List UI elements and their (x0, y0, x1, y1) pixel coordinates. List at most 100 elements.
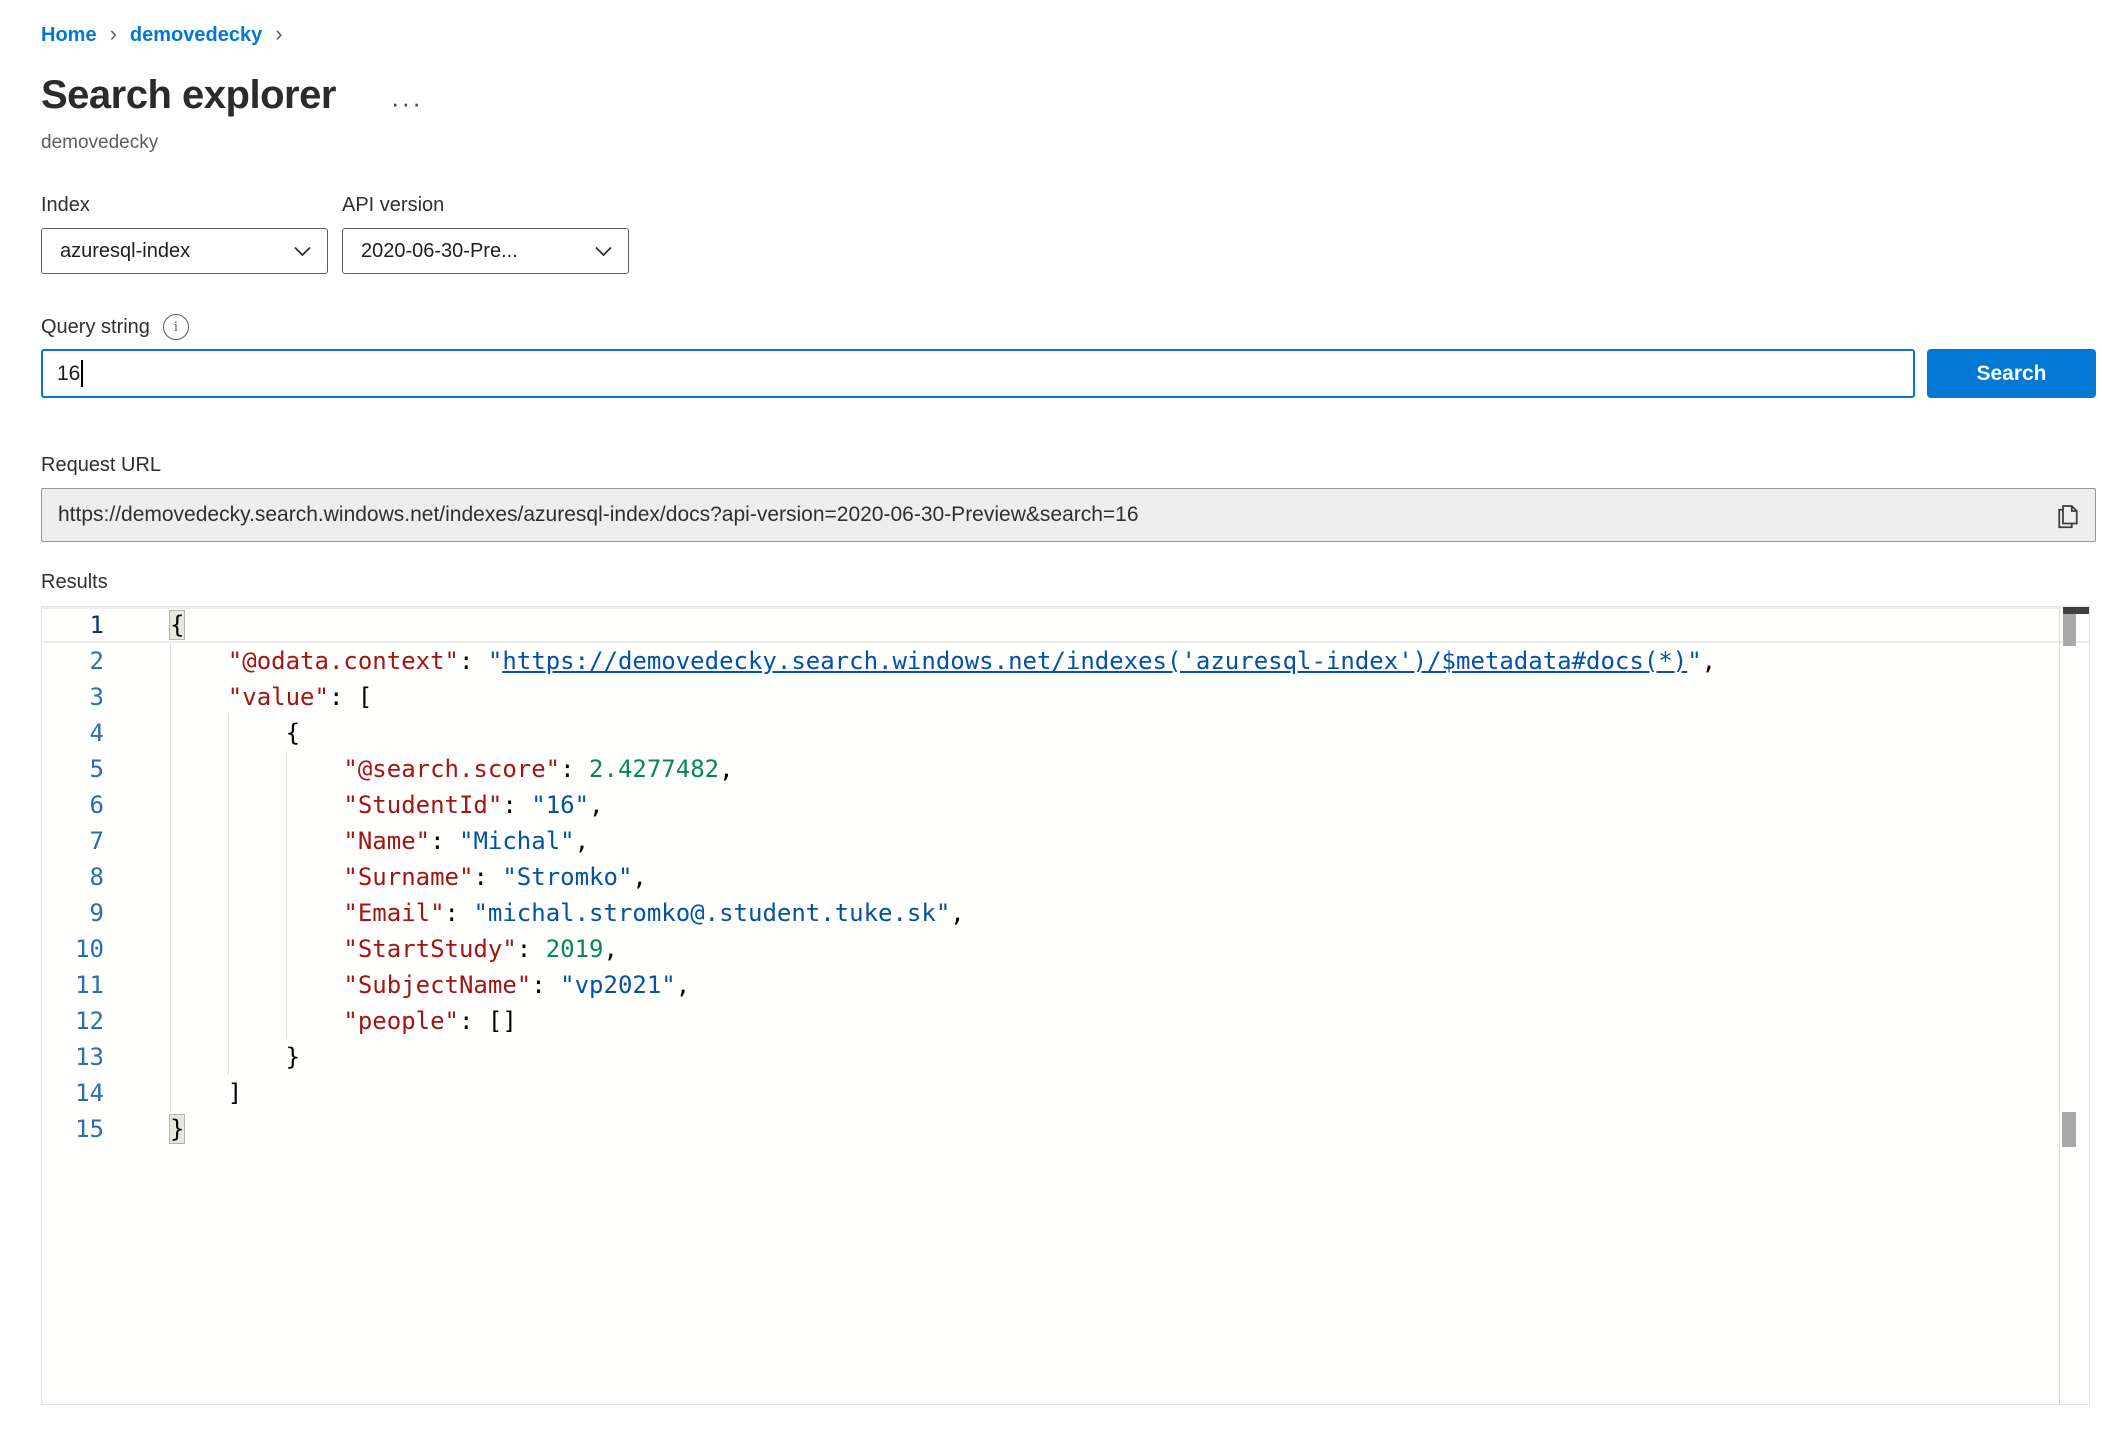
api-version-select[interactable]: 2020-06-30-Pre... (342, 228, 629, 274)
code-line-content: "people": [] (170, 1003, 2089, 1039)
code-token: : (473, 863, 502, 891)
code-line[interactable]: 7 "Name": "Michal", (42, 823, 2089, 859)
line-number: 14 (42, 1075, 170, 1111)
code-token (170, 1043, 286, 1071)
code-token (170, 791, 343, 819)
request-url-field: https://demovedecky.search.windows.net/i… (41, 488, 2096, 542)
search-button[interactable]: Search (1927, 349, 2096, 398)
code-token: "Stromko" (502, 863, 632, 891)
code-token: "michal.stromko@.student.tuke.sk" (473, 899, 950, 927)
code-line-content: } (170, 1111, 2089, 1147)
code-line[interactable]: 15} (42, 1111, 2089, 1147)
code-line-content: "value": [ (170, 679, 2089, 715)
code-token (170, 1079, 228, 1107)
code-token: "people" (343, 1007, 459, 1035)
code-token: : (459, 647, 488, 675)
code-token: "vp2021" (560, 971, 676, 999)
code-tokens: } (170, 1115, 184, 1143)
more-options-button[interactable]: ··· (391, 98, 423, 108)
code-token: , (1702, 647, 1716, 675)
code-line[interactable]: 8 "Surname": "Stromko", (42, 859, 2089, 895)
code-token: "@search.score" (343, 755, 560, 783)
code-tokens: "Email": "michal.stromko@.student.tuke.s… (170, 899, 965, 927)
code-line[interactable]: 11 "SubjectName": "vp2021", (42, 967, 2089, 1003)
breadcrumb-separator-icon: › (97, 21, 130, 47)
code-token: "Michal" (459, 827, 575, 855)
code-token: , (719, 755, 733, 783)
line-number: 2 (42, 643, 170, 679)
index-field: Index azuresql-index (41, 194, 328, 274)
code-tokens: "Name": "Michal", (170, 827, 589, 855)
info-icon[interactable]: i (163, 314, 189, 340)
code-line-content: } (170, 1039, 2089, 1075)
breadcrumb-separator-icon: › (262, 21, 295, 47)
code-token: ] (228, 1079, 242, 1107)
code-line-content: "Name": "Michal", (170, 823, 2089, 859)
code-token (170, 899, 343, 927)
code-line[interactable]: 2 "@odata.context": "https://demovedecky… (42, 643, 2089, 679)
code-token (170, 683, 228, 711)
code-line[interactable]: 9 "Email": "michal.stromko@.student.tuke… (42, 895, 2089, 931)
breadcrumb-home-link[interactable]: Home (41, 24, 97, 47)
code-token (170, 827, 343, 855)
scrollbar-thumb[interactable] (2063, 614, 2076, 646)
code-tokens: "Surname": "Stromko", (170, 863, 647, 891)
breadcrumb-service-link[interactable]: demovedecky (130, 24, 262, 47)
code-token: "Email" (343, 899, 444, 927)
code-line[interactable]: 5 "@search.score": 2.4277482, (42, 751, 2089, 787)
code-token (170, 755, 343, 783)
code-line[interactable]: 6 "StudentId": "16", (42, 787, 2089, 823)
code-token: , (676, 971, 690, 999)
code-line[interactable]: 10 "StartStudy": 2019, (42, 931, 2089, 967)
line-number: 13 (42, 1039, 170, 1075)
code-token: "value" (228, 683, 329, 711)
code-token: { (170, 611, 184, 639)
code-line[interactable]: 14 ] (42, 1075, 2089, 1111)
code-token: : (560, 755, 589, 783)
code-line[interactable]: 12 "people": [] (42, 1003, 2089, 1039)
code-tokens: "@search.score": 2.4277482, (170, 755, 734, 783)
code-line[interactable]: 1{ (42, 607, 2089, 643)
code-token: " (1687, 647, 1701, 675)
results-label: Results (41, 571, 2102, 594)
overview-ruler-bracket-mark (2062, 1112, 2076, 1147)
code-token: : (502, 791, 531, 819)
code-token: : [] (459, 1007, 517, 1035)
results-editor[interactable]: 1{2 "@odata.context": "https://demovedec… (41, 606, 2090, 1405)
line-number: 4 (42, 715, 170, 751)
code-tokens: "StartStudy": 2019, (170, 935, 618, 963)
code-tokens: { (170, 611, 184, 639)
code-line-content: "@search.score": 2.4277482, (170, 751, 2089, 787)
line-number: 8 (42, 859, 170, 895)
code-token: " (488, 647, 502, 675)
code-tokens: "value": [ (170, 683, 372, 711)
line-number: 12 (42, 1003, 170, 1039)
code-token (170, 647, 228, 675)
code-token: } (170, 1115, 184, 1143)
code-token: : (517, 935, 546, 963)
code-token (170, 863, 343, 891)
index-select-value: azuresql-index (60, 240, 190, 263)
results-editor-lines: 1{2 "@odata.context": "https://demovedec… (42, 607, 2089, 1147)
code-line-content: "SubjectName": "vp2021", (170, 967, 2089, 1003)
code-tokens: ] (170, 1079, 242, 1107)
code-token: : (445, 899, 474, 927)
code-line[interactable]: 3 "value": [ (42, 679, 2089, 715)
index-select[interactable]: azuresql-index (41, 228, 328, 274)
line-number: 3 (42, 679, 170, 715)
scrollbar-track (2059, 607, 2060, 1404)
link-token[interactable]: https://demovedecky.search.windows.net/i… (502, 647, 1687, 675)
chevron-down-icon (595, 246, 612, 257)
code-line[interactable]: 4 { (42, 715, 2089, 751)
copy-icon[interactable] (2053, 501, 2083, 531)
code-line-content: { (170, 607, 2089, 643)
code-line[interactable]: 13 } (42, 1039, 2089, 1075)
line-number: 7 (42, 823, 170, 859)
query-string-input[interactable]: 16 (41, 349, 1915, 398)
code-line-content: ] (170, 1075, 2089, 1111)
code-token: } (286, 1043, 300, 1071)
code-token: "@odata.context" (228, 647, 459, 675)
code-token: , (575, 827, 589, 855)
request-url-label: Request URL (41, 454, 2102, 477)
code-token: "StudentId" (343, 791, 502, 819)
